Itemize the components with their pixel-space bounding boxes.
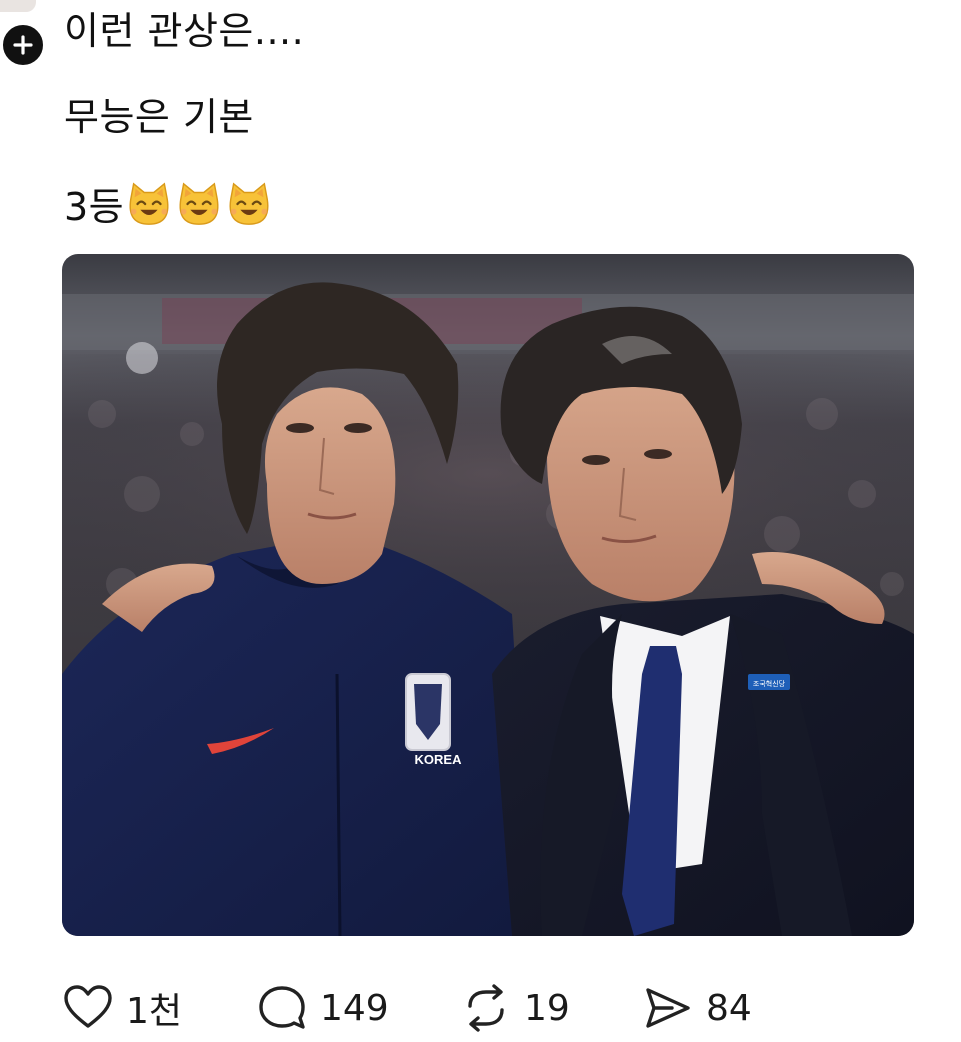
post-text-line-2: 무능은 기본 — [64, 95, 254, 139]
cat-emoji — [224, 182, 274, 229]
plus-icon — [13, 35, 33, 55]
like-count: 1천 — [126, 991, 183, 1032]
follow-button[interactable] — [0, 22, 46, 68]
comment-icon — [259, 986, 305, 1029]
reply-button[interactable]: 149 — [256, 980, 389, 1036]
repost-button[interactable]: 19 — [460, 980, 570, 1036]
share-button[interactable]: 84 — [642, 980, 752, 1036]
stadium-light — [126, 342, 158, 374]
like-button[interactable]: 1천 — [62, 980, 182, 1036]
post-text-line-3-text: 3등 — [64, 185, 125, 229]
cat-emoji — [174, 182, 224, 229]
reply-count: 149 — [320, 987, 389, 1029]
author-avatar[interactable] — [0, 0, 36, 12]
repost-icon — [468, 984, 504, 1032]
party-pin-label: 조국혁신당 — [753, 679, 786, 688]
post-text-line-1: 이런 관상은.... — [64, 9, 305, 53]
action-bar: 1천 149 19 84 — [0, 980, 961, 1036]
repost-count: 19 — [524, 987, 570, 1029]
post-text-line-3: 3등 — [64, 180, 274, 228]
share-count: 84 — [706, 987, 752, 1029]
send-icon — [646, 988, 690, 1028]
cat-emoji — [124, 182, 174, 229]
post-photo[interactable]: KOREA 조국혁신당 — [62, 254, 914, 936]
korea-label: KOREA — [415, 752, 463, 767]
heart-icon — [64, 985, 112, 1028]
